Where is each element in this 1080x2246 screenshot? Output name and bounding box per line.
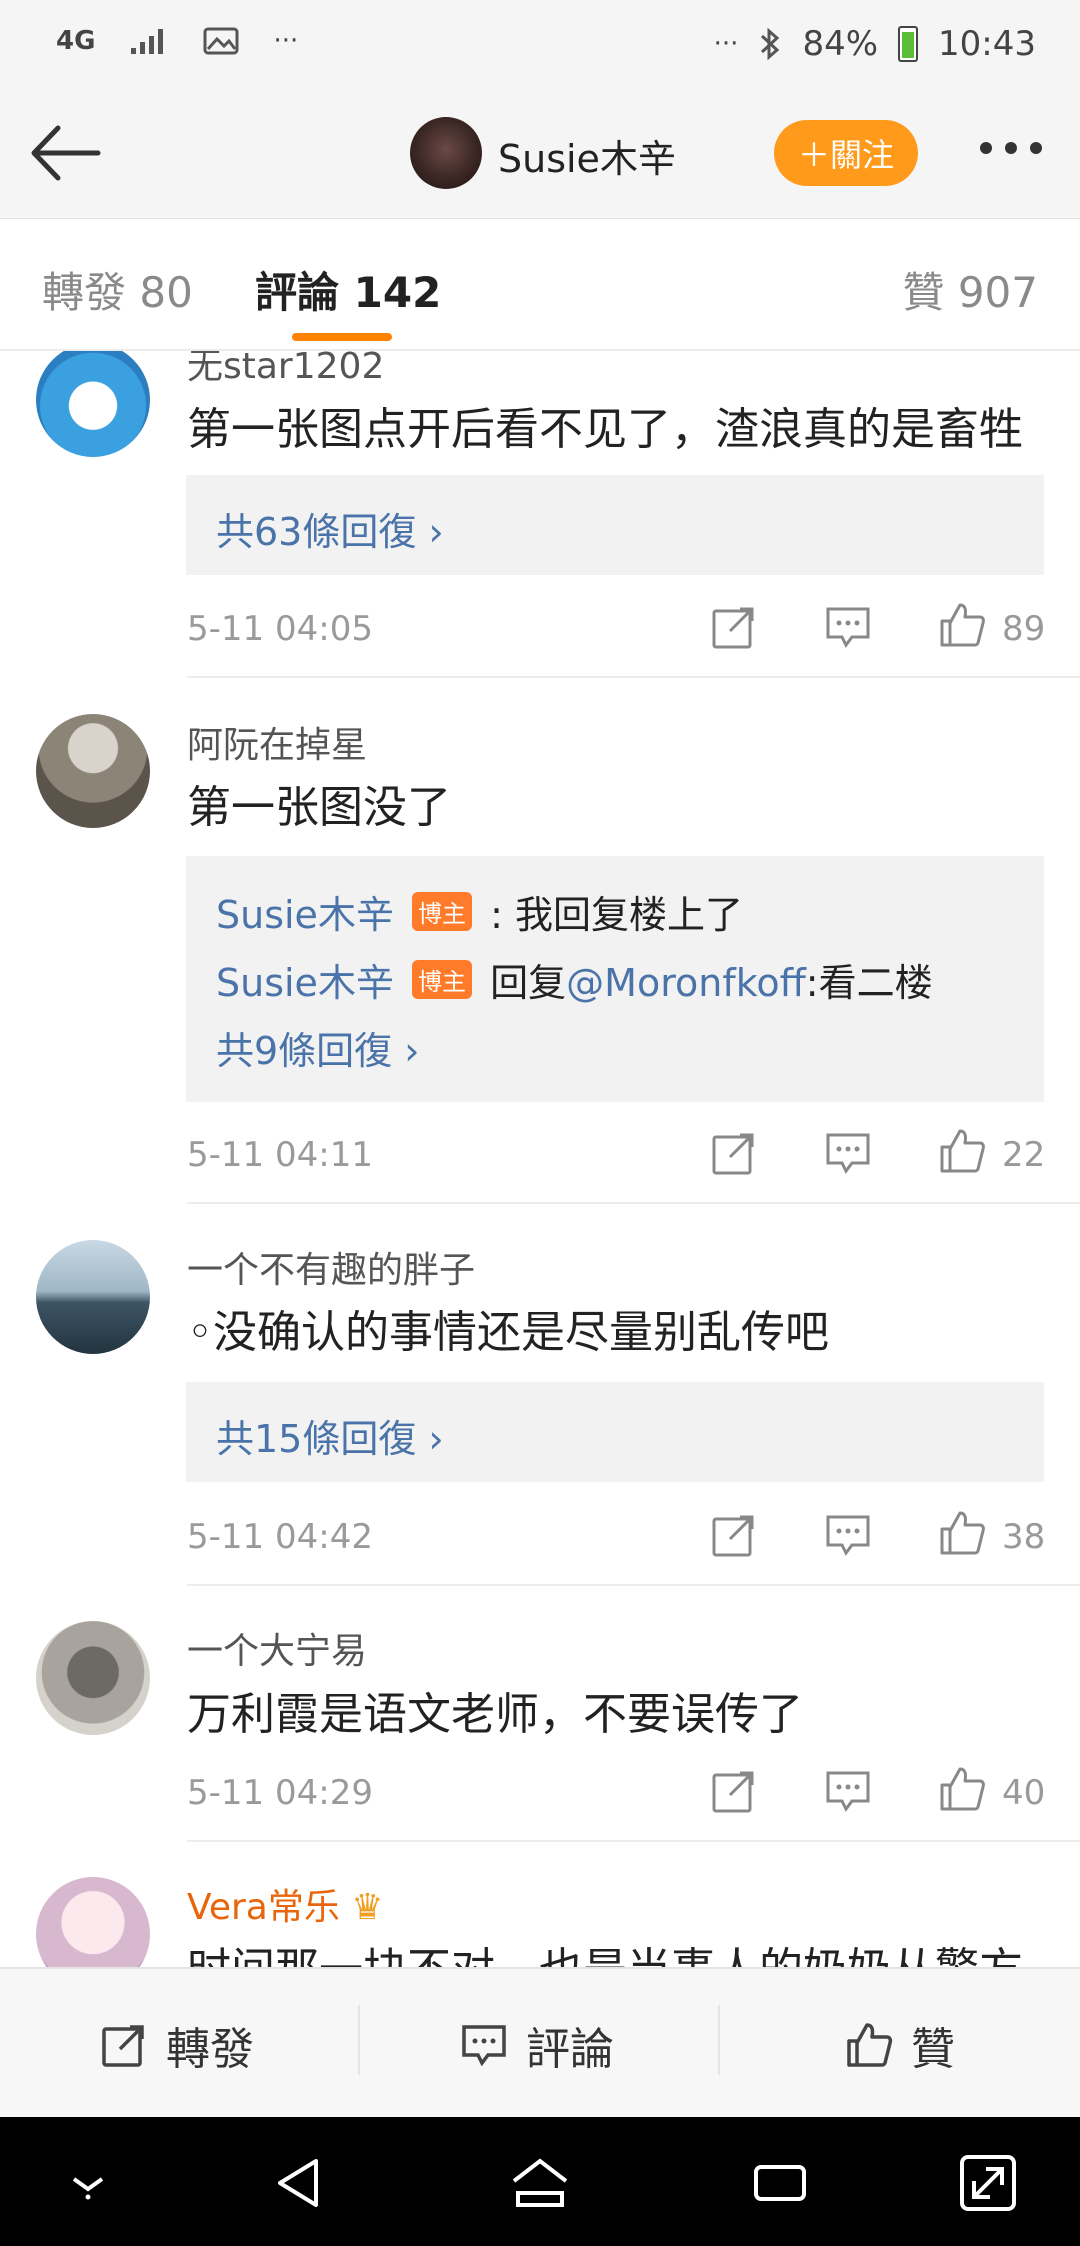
thumbs-up-icon [847,2023,893,2067]
divider [358,2005,360,2075]
status-more: ··· [273,26,299,56]
avatar[interactable] [36,714,150,828]
comment-time: 5-11 04:05 [187,609,373,649]
reply-count[interactable]: 共63條回復 › [216,501,444,556]
recent-apps-icon[interactable] [748,2151,812,2215]
chevron-right-icon: › [428,510,444,554]
like-count: 40 [1002,1773,1046,1813]
more-options-icon[interactable] [976,138,1046,158]
status-more-right: ··· [713,29,739,59]
clock: 10:43 [938,24,1036,64]
comment-text: 时间那一块不对，也是当事人的奶奶从警方 [187,1933,1023,1967]
comment-text: 第一张图没了 [187,782,451,833]
mention-link[interactable]: @Moronfkoff [566,961,806,1005]
comment-text: 第一张图点开后看不见了，渣浪真的是畜牲 [187,404,1023,455]
reply-username[interactable]: Susie木辛 [216,893,394,937]
thumbs-up-icon[interactable] [938,1127,986,1175]
system-nav-bar [0,2117,1080,2246]
status-bar: 4G ··· ··· 84% 10:43 [0,0,1080,90]
tab-bar: 轉發 80 評論 142 贊 907 [0,219,1080,351]
chevron-right-icon: › [404,1029,420,1073]
like-count: 89 [1002,609,1046,649]
comment-icon[interactable] [824,1511,872,1559]
back-icon[interactable] [268,2151,332,2215]
chevron-down-icon[interactable] [56,2151,120,2215]
divider [187,676,1080,678]
divider [718,2005,720,2075]
repost-icon[interactable] [710,1767,758,1815]
reply-line: Susie木辛 博主 : 我回复楼上了 [216,884,743,939]
chevron-right-icon: › [428,1417,444,1461]
divider [187,1202,1080,1204]
home-icon[interactable] [508,2151,572,2215]
thumbs-up-icon[interactable] [938,601,986,649]
author-badge: 博主 [412,892,473,931]
divider [187,1584,1080,1586]
image-icon [203,27,239,55]
reply-prefix: 回复 [490,961,567,1005]
divider [187,1840,1080,1842]
author-badge: 博主 [412,960,473,999]
header: Susie木辛 ＋關注 [0,90,1080,220]
comment-icon [462,2025,506,2067]
comment-text: 万利霞是语文老师，不要误传了 [187,1689,803,1740]
expand-icon[interactable] [956,2151,1020,2215]
comment-list[interactable]: 无star1202 第一张图点开后看不见了，渣浪真的是畜牲 共63條回復 › 5… [0,351,1080,1967]
tab-comments[interactable]: 評論 142 [255,259,441,320]
battery-icon [898,26,919,62]
comment-icon[interactable] [824,603,872,651]
comment-time: 5-11 04:42 [187,1517,373,1557]
battery-percent: 84% [802,24,879,64]
back-arrow-icon[interactable] [28,118,104,188]
comment-button[interactable]: 評論 [460,2013,614,2077]
comment-username[interactable]: 无star1202 [187,351,384,389]
reply-line: Susie木辛 博主 回复@Moronfkoff:看二楼 [216,952,933,1007]
comment-username[interactable]: 阿阮在掉星 [187,716,367,768]
follow-button[interactable]: ＋關注 [774,120,918,186]
reply-username[interactable]: Susie木辛 [216,961,394,1005]
crown-icon: ♛ [351,1887,384,1928]
thumbs-up-icon[interactable] [938,1765,986,1813]
reply-box[interactable]: 共15條回復 › [186,1382,1044,1482]
like-button[interactable]: 贊 [845,2013,955,2077]
reply-box[interactable]: 共63條回復 › [186,475,1044,575]
comment-icon[interactable] [824,1129,872,1177]
author-avatar[interactable] [410,117,482,189]
avatar[interactable] [36,351,150,457]
active-tab-indicator [292,333,392,341]
author-name[interactable]: Susie木辛 [498,128,676,183]
tab-repost[interactable]: 轉發 80 [42,259,193,320]
comment-time: 5-11 04:11 [187,1135,373,1175]
like-count: 22 [1002,1135,1046,1175]
repost-icon[interactable] [710,1511,758,1559]
avatar[interactable] [36,1621,150,1735]
repost-button[interactable]: 轉發 [100,2013,254,2077]
bluetooth-icon [761,27,780,61]
tab-likes[interactable]: 贊 907 [902,259,1038,320]
reply-box[interactable]: Susie木辛 博主 : 我回复楼上了 Susie木辛 博主 回复@Moronf… [186,856,1044,1102]
repost-icon [102,2025,144,2067]
thumbs-up-icon[interactable] [938,1509,986,1557]
signal-icon [131,29,164,54]
comment-text: ◦没确认的事情还是尽量别乱传吧 [187,1307,829,1358]
repost-icon[interactable] [710,1129,758,1177]
avatar[interactable] [36,1877,150,1967]
reply-count[interactable]: 共15條回復 › [216,1408,444,1463]
network-type: 4G [56,26,96,56]
comment-time: 5-11 04:29 [187,1773,373,1813]
comment-username[interactable]: 一个大宁易 [187,1622,367,1674]
reply-text: :看二楼 [805,961,933,1005]
repost-icon[interactable] [710,603,758,651]
avatar[interactable] [36,1240,150,1354]
comment-username[interactable]: Vera常乐 ♛ [187,1878,384,1930]
reply-count[interactable]: 共9條回復 › [216,1020,419,1075]
bottom-action-bar: 轉發 評論 贊 [0,1967,1080,2119]
like-count: 38 [1002,1517,1046,1557]
reply-text: : 我回复楼上了 [490,893,744,937]
comment-username[interactable]: 一个不有趣的胖子 [187,1241,475,1293]
comment-icon[interactable] [824,1767,872,1815]
